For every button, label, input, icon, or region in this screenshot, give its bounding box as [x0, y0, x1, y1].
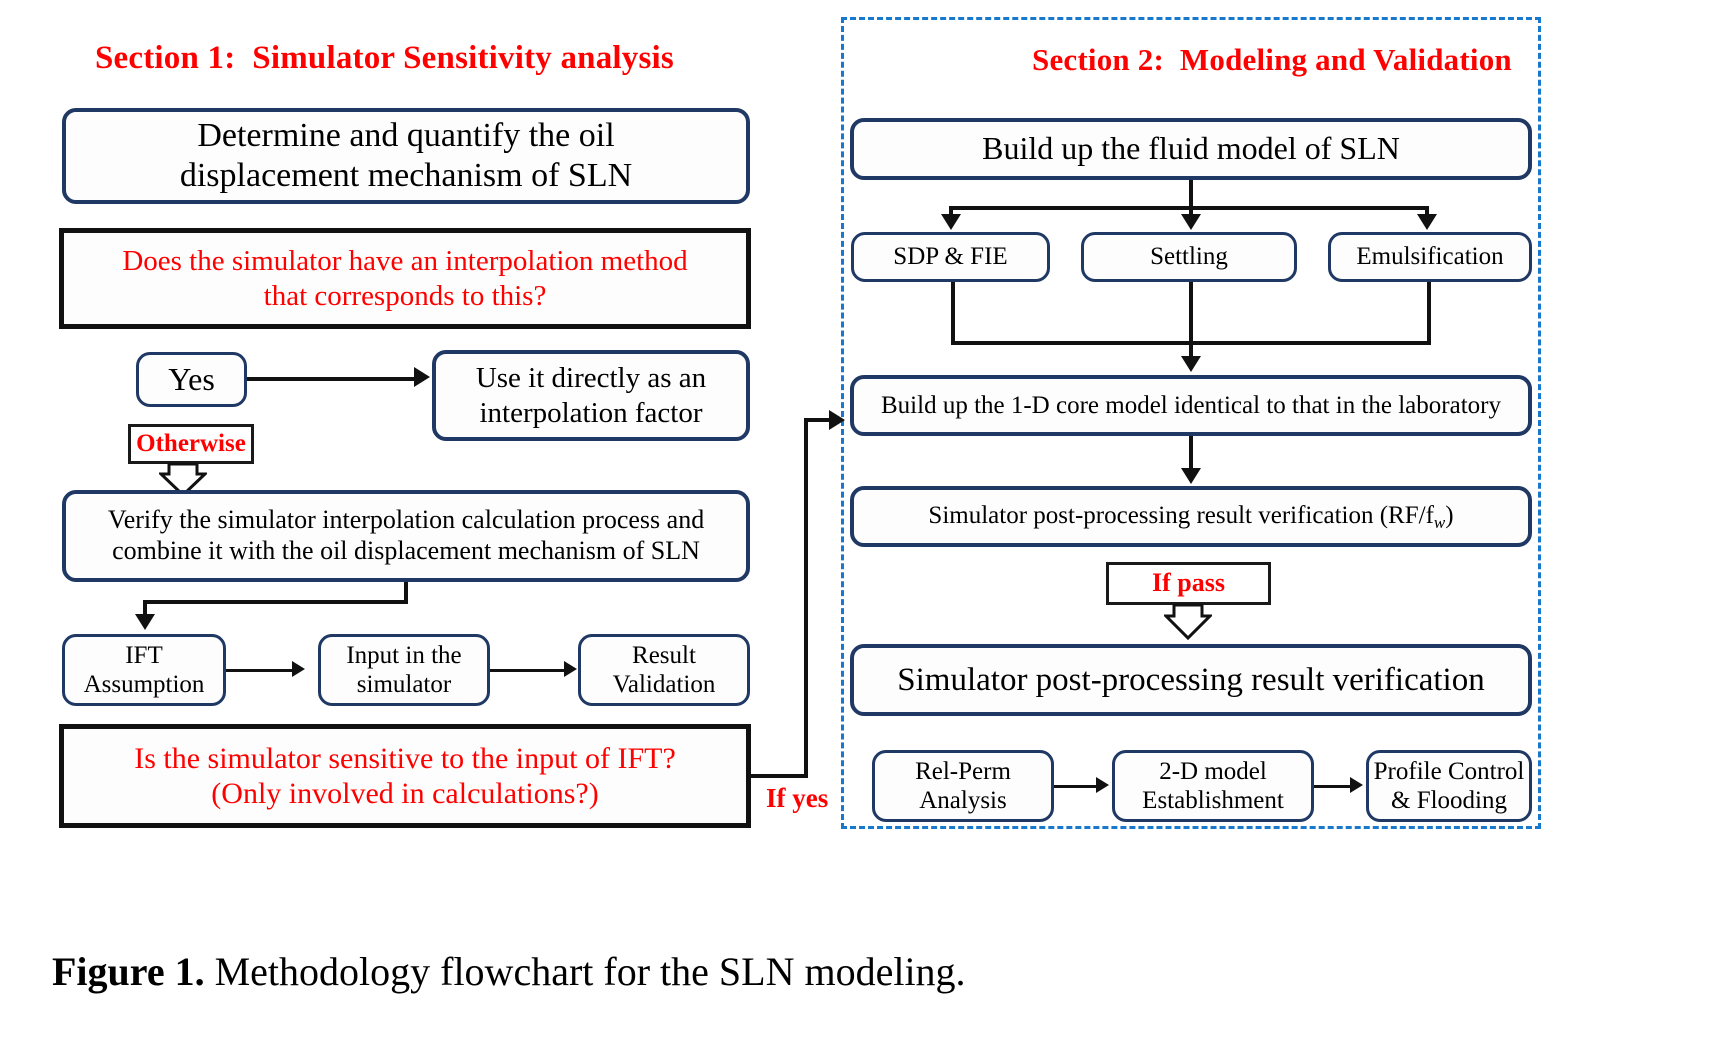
edge-merge-arrowhead: [1181, 356, 1201, 372]
edge-ift-to-input-arrowhead: [292, 661, 305, 677]
figure-caption-text: Methodology flowchart for the SLN modeli…: [204, 949, 966, 994]
node-emulsification: Emulsification: [1328, 232, 1532, 282]
node-verify-interpolation: Verify the simulator interpolation calcu…: [62, 490, 750, 582]
hollow-arrow-if-pass: [1164, 603, 1212, 641]
node-ift-assumption: IFT Assumption: [62, 634, 226, 706]
edge-ifyes-horizontal-bottom: [751, 774, 808, 778]
edge-ift-to-input: [226, 669, 298, 672]
node-build-core-model: Build up the 1-D core model identical to…: [850, 375, 1532, 436]
label-if-yes: If yes: [766, 783, 829, 813]
section1-title: Section 1: Simulator Sensitivity analysi…: [95, 40, 674, 76]
node-rel-perm-analysis: Rel-Perm Analysis: [872, 750, 1054, 822]
node-profile-control-flooding: Profile Control & Flooding: [1366, 750, 1532, 822]
edge-merge-right-stem: [1427, 282, 1431, 345]
node-settling: Settling: [1081, 232, 1297, 282]
node-postproc-verification: Simulator post-processing result verific…: [850, 644, 1532, 716]
edge-verify-arrowhead: [135, 614, 155, 630]
edge-input-to-result: [490, 669, 570, 672]
label-if-pass: If pass: [1106, 562, 1271, 605]
edge-merge-center-drop: [1189, 282, 1193, 360]
section2-title: Section 2: Modeling and Validation: [1032, 42, 1512, 77]
edge-relperm-to-2d: [1054, 785, 1102, 788]
edge-fanout-right-arrowhead: [1417, 214, 1437, 230]
node-decision-sensitive: Is the simulator sensitive to the input …: [59, 724, 751, 828]
edge-input-to-result-arrowhead: [564, 661, 577, 677]
edge-2d-to-profile-arrowhead: [1350, 777, 1363, 793]
node-determine-quantify: Determine and quantify the oil displacem…: [62, 108, 750, 204]
figure-caption: Figure 1. Methodology flowchart for the …: [52, 948, 966, 995]
node-decision-interpolation: Does the simulator have an interpolation…: [59, 228, 751, 329]
node-input-simulator: Input in the simulator: [318, 634, 490, 706]
postproc-rf-subscript: w: [1433, 512, 1446, 532]
node-postproc-rf: Simulator post-processing result verific…: [850, 486, 1532, 547]
edge-core-to-postproc-arrowhead: [1181, 468, 1201, 484]
figure-caption-prefix: Figure 1.: [52, 949, 205, 994]
edge-ifyes-arrowhead: [829, 410, 845, 430]
node-sdp-fie: SDP & FIE: [851, 232, 1050, 282]
edge-ifyes-vertical: [804, 418, 808, 776]
node-use-directly: Use it directly as an interpolation fact…: [432, 350, 750, 441]
node-result-validation: Result Validation: [578, 634, 750, 706]
edge-fanout-mid-arrowhead: [1181, 214, 1201, 230]
edge-relperm-to-2d-arrowhead: [1096, 777, 1109, 793]
edge-verify-elbow-horizontal: [143, 600, 408, 604]
node-yes: Yes: [136, 352, 247, 407]
node-build-fluid-model: Build up the fluid model of SLN: [850, 118, 1532, 180]
edge-fanout-left-arrowhead: [941, 214, 961, 230]
postproc-rf-main: Simulator post-processing result verific…: [928, 501, 1434, 529]
node-postproc-rf-text: Simulator post-processing result verific…: [928, 501, 1453, 533]
edge-yes-to-usedirectly-arrowhead: [414, 367, 430, 387]
node-2d-model-establishment: 2-D model Establishment: [1112, 750, 1314, 822]
label-otherwise: Otherwise: [128, 424, 254, 464]
postproc-rf-tail: ): [1445, 501, 1454, 529]
edge-merge-left-stem: [951, 282, 955, 345]
edge-yes-to-usedirectly: [247, 377, 424, 381]
